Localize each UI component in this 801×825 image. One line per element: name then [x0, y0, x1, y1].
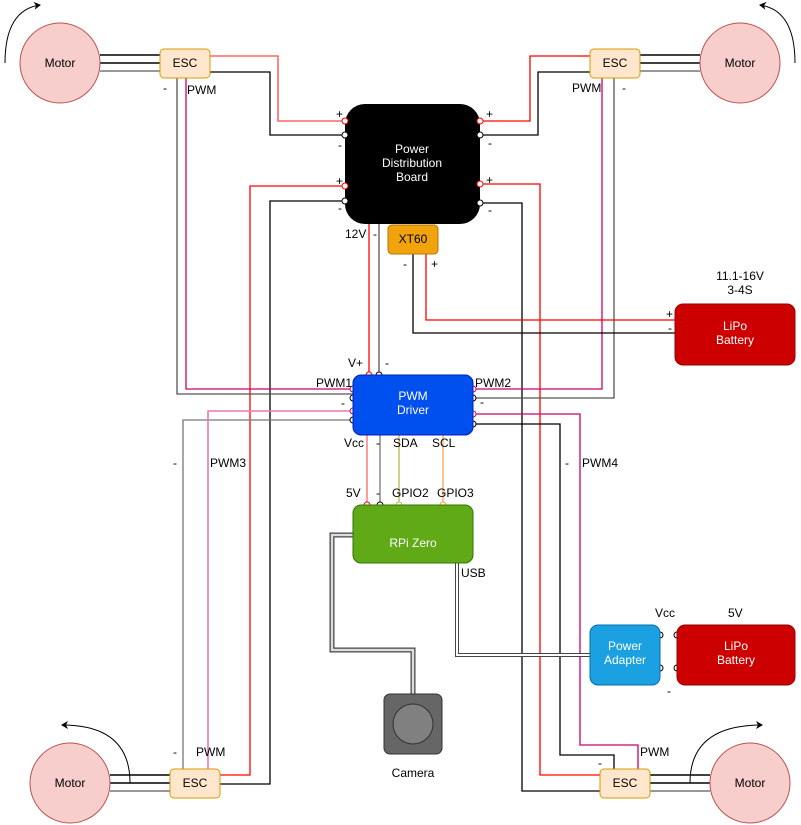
pwm-driver: PWM Driver [352, 374, 474, 436]
power-distribution-board: Power Distribution Board [345, 104, 480, 224]
label: GPIO3 [437, 486, 474, 500]
label: PWM4 [582, 456, 618, 470]
motor-label: Motor [55, 776, 86, 790]
label: - [488, 203, 492, 217]
esc-label: ESC [603, 56, 628, 70]
lipo-battery-small: LiPo Battery [676, 624, 796, 686]
label: 12V [345, 227, 366, 241]
pwm-driver-label-line: Driver [397, 403, 429, 417]
pdb-label-line: Board [396, 170, 428, 184]
label: - [376, 486, 380, 500]
motor-top-left: Motor [19, 22, 101, 104]
camera-label: Camera [392, 766, 435, 780]
label: - [667, 684, 671, 698]
esc-top-right: ESC [589, 48, 641, 79]
label: Vcc [655, 606, 675, 620]
label: - [373, 227, 377, 241]
esc-label: ESC [613, 776, 638, 790]
label: V+ [348, 356, 363, 370]
esc-label: ESC [173, 56, 198, 70]
label: PWM [640, 745, 669, 759]
lipo-battery-main: LiPo Battery 11.1-16V 3-4S [674, 269, 796, 366]
label: - [598, 756, 602, 770]
label: + [486, 107, 493, 121]
camera: Camera [383, 693, 443, 780]
lipo-label-line: Battery [717, 653, 755, 667]
label: - [376, 436, 380, 450]
lipo-cells: 3-4S [727, 283, 752, 297]
drone-wiring-diagram: Motor Motor Motor Motor ESC ESC ESC ESC … [4, 1, 796, 824]
label: - [488, 136, 492, 150]
label: GPIO2 [392, 486, 429, 500]
power-adapter: Power Adapter [589, 624, 661, 686]
label: SCL [432, 436, 456, 450]
esc-bottom-right: ESC [599, 768, 651, 799]
label: - [338, 138, 342, 152]
label: - [403, 257, 407, 271]
pdb-label-line: Power [395, 142, 429, 156]
label: - [163, 81, 167, 95]
rpi-label: RPi Zero [389, 536, 437, 550]
label: PWM2 [475, 376, 511, 390]
label: + [431, 257, 438, 271]
label: - [338, 201, 342, 215]
label: SDA [393, 436, 418, 450]
motor-top-right: Motor [699, 22, 781, 104]
label: + [486, 173, 493, 187]
motor-bottom-left: Motor [29, 742, 111, 824]
label: - [480, 395, 484, 409]
xt60-connector: XT60 [387, 224, 439, 255]
lipo-label-line: Battery [716, 333, 754, 347]
label: PWM [187, 83, 216, 97]
label: 5V [728, 606, 743, 620]
label: - [565, 456, 569, 470]
label: PWM1 [316, 376, 352, 390]
esc-bottom-left: ESC [169, 768, 221, 799]
power-adapter-label-line: Adapter [604, 653, 646, 667]
label: - [668, 321, 672, 335]
lipo-voltage: 11.1-16V [716, 269, 764, 283]
motor-label: Motor [735, 776, 766, 790]
label: Vcc [344, 436, 364, 450]
label: - [385, 356, 389, 370]
label: - [622, 81, 626, 95]
label: PWM [196, 745, 225, 759]
label: - [173, 745, 177, 759]
label: 5V [346, 486, 361, 500]
pwm-driver-label-line: PWM [398, 389, 427, 403]
label: PWM [572, 81, 601, 95]
pdb-label-line: Distribution [382, 156, 442, 170]
power-adapter-label-line: Power [608, 639, 642, 653]
camera-lens-icon [392, 703, 434, 745]
rpi-zero: RPi Zero [352, 504, 474, 564]
lipo-label-line: LiPo [724, 639, 748, 653]
motor-label: Motor [725, 56, 756, 70]
motor-label: Motor [45, 56, 76, 70]
label: + [336, 107, 343, 121]
esc-label: ESC [183, 776, 208, 790]
label: + [666, 307, 673, 321]
label: - [173, 456, 177, 470]
label: + [336, 174, 343, 188]
esc-top-left: ESC [159, 48, 211, 79]
label: USB [461, 566, 486, 580]
xt60-label: XT60 [399, 232, 428, 246]
lipo-label-line: LiPo [723, 319, 747, 333]
motor-bottom-right: Motor [709, 742, 791, 824]
label: PWM3 [210, 456, 246, 470]
label: - [341, 396, 345, 410]
